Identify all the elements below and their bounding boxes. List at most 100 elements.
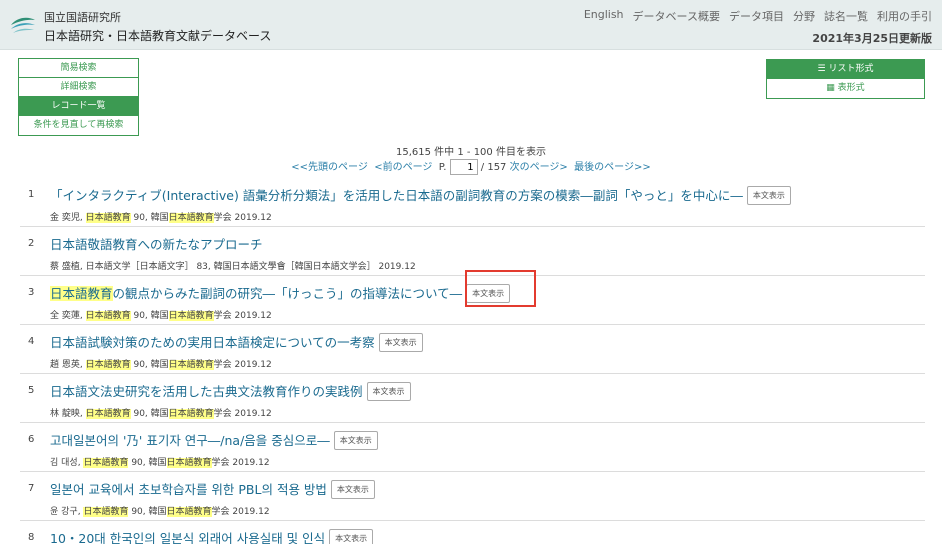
show-text-button[interactable]: 本文表示 [330, 480, 375, 499]
meta-highlight: 日本語教育 [168, 311, 214, 321]
nav-fields[interactable]: 分野 [793, 8, 815, 24]
page-number-input[interactable] [449, 159, 478, 175]
show-text-button[interactable]: 本文表示 [333, 431, 378, 450]
first-page-link[interactable]: <<先頭のページ [291, 162, 368, 173]
meta-vol: 90, 韓国 [130, 311, 169, 321]
meta-author: 金 奕児, [50, 213, 86, 223]
item-meta: 金 奕児, 日本語教育 90, 韓国日本語教育学会 2019.12 [50, 210, 272, 223]
show-text-button[interactable]: 本文表示 [746, 186, 791, 205]
meta-highlight: 日本語教育 [83, 507, 129, 517]
meta-author: 김 대성, [50, 458, 84, 468]
meta-highlight: 日本語教育 [85, 409, 131, 419]
item-number: 4 [28, 336, 35, 347]
list-item: 2 日本語敬語教育への新たなアプローチ 蔡 盛植, 日本語文学［日本語文字］ 8… [20, 227, 925, 276]
item-number: 7 [28, 483, 35, 494]
pagination: <<先頭のページ <前のページ P. / 157 次のページ> 最後のページ>> [0, 158, 942, 175]
item-title[interactable]: 일본어 교육에서 초보학습자를 위한 PBL의 적용 방법 本文表示 [50, 479, 375, 499]
top-nav: English データベース概要 データ項目 分野 誌名一覧 利用の手引 [584, 8, 932, 24]
list-item: 6 고대일본어의 '乃' 표기자 연구―/na/음을 중심으로― 本文表示 김 대… [20, 423, 925, 472]
meta-publisher: 学会 2019.12 [213, 213, 272, 223]
item-title-text: 日本語文法史研究を活用した古典文法教育作りの実践例 [50, 384, 363, 399]
meta-publisher: 学会 2019.12 [211, 458, 270, 468]
meta-highlight: 日本語教育 [166, 507, 212, 517]
meta-author: 윤 강구, [50, 507, 84, 517]
meta-publisher: 学会 2019.12 [213, 360, 272, 370]
show-text-button[interactable]: 本文表示 [378, 333, 423, 352]
item-number: 1 [28, 189, 35, 200]
site-header: 国立国語研究所 日本語研究・日本語教育文献データベース English データベ… [0, 0, 942, 50]
meta-highlight: 日本語教育 [85, 311, 131, 321]
table-view-button[interactable]: ▦ 表形式 [767, 79, 924, 98]
nav-english[interactable]: English [584, 8, 624, 24]
item-meta: 김 대성, 日本語教育 90, 韓国日本語教育学会 2019.12 [50, 455, 270, 468]
list-item: 8 10・20대 한국인의 일본식 외래어 사용실태 및 인식 本文表示 [20, 521, 925, 544]
list-item: 7 일본어 교육에서 초보학습자를 위한 PBL의 적용 방법 本文表示 윤 강구… [20, 472, 925, 521]
nav-overview[interactable]: データベース概要 [633, 8, 720, 24]
item-meta: 趙 恩英, 日本語教育 90, 韓国日本語教育学会 2019.12 [50, 357, 272, 370]
table-view-label: 表形式 [837, 83, 865, 93]
page-label: P. [438, 162, 447, 173]
result-list: 1 「インタラクティブ(Interactive) 語彙分析分類法」を活用した日本… [20, 178, 925, 544]
item-title[interactable]: 日本語敬語教育への新たなアプローチ [50, 234, 263, 253]
show-text-button[interactable]: 本文表示 [329, 529, 374, 544]
highlight-annotation-box [465, 270, 536, 307]
show-text-button[interactable]: 本文表示 [366, 382, 411, 401]
item-title[interactable]: 「インタラクティブ(Interactive) 語彙分析分類法」を活用した日本語の… [50, 185, 791, 205]
item-title-text: 고대일본어의 '乃' 표기자 연구―/na/음을 중심으로― [50, 433, 330, 448]
item-number: 6 [28, 434, 35, 445]
item-title-text: 일본어 교육에서 초보학습자를 위한 PBL의 적용 방법 [50, 482, 327, 497]
record-list-link[interactable]: レコード一覧 [19, 97, 138, 116]
nav-guide[interactable]: 利用の手引 [877, 8, 932, 24]
list-item: 4 日本語試験対策のための実用日本語検定についての一考察 本文表示 趙 恩英, 日… [20, 325, 925, 374]
item-title[interactable]: 日本語教育の観点からみた副詞の研究―「けっこう」の指導法について― 本文表示 [50, 283, 511, 303]
list-view-label: リスト形式 [828, 64, 874, 74]
item-title[interactable]: 고대일본어의 '乃' 표기자 연구―/na/음을 중심으로― 本文表示 [50, 430, 378, 450]
meta-highlight: 日本語教育 [85, 213, 131, 223]
meta-publisher: 学会 2019.12 [213, 311, 272, 321]
nav-data-items[interactable]: データ項目 [729, 8, 784, 24]
meta-vol: 90, 韓国 [130, 360, 169, 370]
last-page-link[interactable]: 最後のページ>> [574, 162, 651, 173]
item-title-text: 日本語敬語教育への新たなアプローチ [50, 237, 263, 252]
meta-highlight: 日本語教育 [83, 458, 129, 468]
item-title-text: 10・20대 한국인의 일본식 외래어 사용실태 및 인식 [50, 531, 326, 544]
item-meta: 蔡 盛植, 日本語文学［日本語文字］ 83, 韓国日本語文學會［韓国日本語文学会… [50, 262, 416, 272]
meta-vol: 90, 韓国 [130, 409, 169, 419]
item-number: 8 [28, 532, 35, 543]
search-mode-menu: 簡易検索 詳細検索 レコード一覧 条件を見直して再検索 [18, 58, 139, 136]
update-date: 2021年3月25日更新版 [812, 32, 932, 45]
meta-vol: 90, 韓国 [130, 213, 169, 223]
list-view-button[interactable]: ☰ リスト形式 [767, 60, 924, 79]
item-title-text: 「インタラクティブ(Interactive) 語彙分析分類法」を活用した日本語の… [50, 188, 743, 203]
meta-publisher: 学会 2019.12 [213, 409, 272, 419]
item-title[interactable]: 日本語試験対策のための実用日本語検定についての一考察 本文表示 [50, 332, 423, 352]
meta-highlight: 日本語教育 [85, 360, 131, 370]
next-page-link[interactable]: 次のページ> [510, 162, 568, 173]
item-title-text: 日本語試験対策のための実用日本語検定についての一考察 [50, 335, 375, 350]
item-meta: 윤 강구, 日本語教育 90, 韓国日本語教育学会 2019.12 [50, 504, 270, 517]
item-number: 3 [28, 287, 35, 298]
item-number: 5 [28, 385, 35, 396]
meta-vol: 90, 韓国 [128, 507, 167, 517]
nav-journal-list[interactable]: 誌名一覧 [824, 8, 868, 24]
detail-search-link[interactable]: 詳細検索 [19, 78, 138, 97]
list-item: 1 「インタラクティブ(Interactive) 語彙分析分類法」を活用した日本… [20, 178, 925, 227]
refine-search-link[interactable]: 条件を見直して再検索 [19, 116, 138, 135]
list-item: 5 日本語文法史研究を活用した古典文法教育作りの実践例 本文表示 林 靛映, 日本… [20, 374, 925, 423]
item-title[interactable]: 10・20대 한국인의 일본식 외래어 사용실태 및 인식 本文表示 [50, 528, 374, 544]
logo-icon [11, 17, 35, 33]
meta-author: 全 奕蓮, [50, 311, 86, 321]
meta-author: 趙 恩英, [50, 360, 86, 370]
title-highlight: 日本語教育 [50, 286, 113, 301]
org-name: 国立国語研究所 [44, 11, 121, 24]
meta-highlight: 日本語教育 [168, 360, 214, 370]
item-meta: 全 奕蓮, 日本語教育 90, 韓国日本語教育学会 2019.12 [50, 308, 272, 321]
prev-page-link[interactable]: <前のページ [374, 162, 432, 173]
item-title[interactable]: 日本語文法史研究を活用した古典文法教育作りの実践例 本文表示 [50, 381, 411, 401]
simple-search-link[interactable]: 簡易検索 [19, 59, 138, 78]
meta-highlight: 日本語教育 [166, 458, 212, 468]
item-title-text: の観点からみた副詞の研究―「けっこう」の指導法について― [112, 286, 463, 301]
meta-author: 林 靛映, [50, 409, 86, 419]
database-title[interactable]: 日本語研究・日本語教育文献データベース [44, 27, 271, 44]
item-meta: 林 靛映, 日本語教育 90, 韓国日本語教育学会 2019.12 [50, 406, 272, 419]
